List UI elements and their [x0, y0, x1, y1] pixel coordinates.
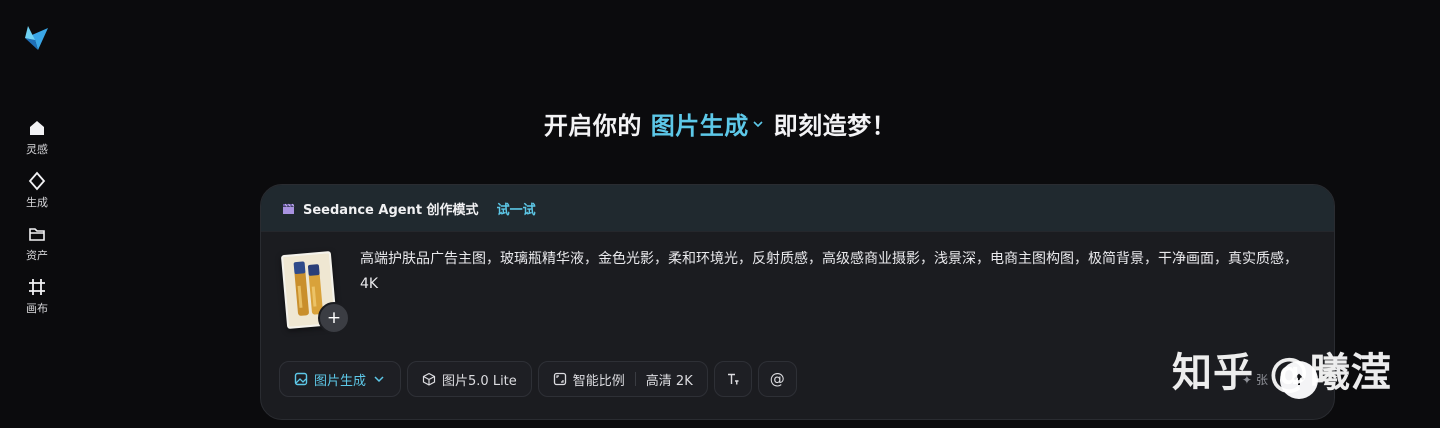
prompt-card: Seedance Agent 创作模式 试一试 + 高端护肤品广告主图，玻璃瓶精… — [260, 184, 1335, 420]
output-count[interactable]: ✦ 张 — [1242, 371, 1268, 388]
arrow-up-icon — [1293, 373, 1305, 385]
image-icon — [294, 372, 308, 386]
sidebar-item-label: 灵感 — [26, 143, 48, 156]
sidebar-item-label: 画布 — [26, 302, 48, 315]
sparkle-icon — [28, 171, 46, 191]
app-logo-icon[interactable] — [22, 24, 50, 52]
generation-type-dropdown[interactable]: 图片生成 — [279, 361, 402, 397]
plus-icon: + — [326, 308, 342, 328]
hero-prefix: 开启你的 — [543, 112, 642, 140]
try-agent-link[interactable]: 试一试 — [497, 199, 536, 218]
add-reference-button[interactable]: + — [318, 302, 350, 334]
generation-type-label: 图片生成 — [314, 373, 367, 389]
sidebar-item-label: 资产 — [26, 249, 48, 262]
mention-button[interactable]: @ — [757, 361, 797, 397]
ratio-label: 智能比例 — [572, 373, 625, 389]
clapperboard-icon — [283, 203, 295, 214]
chevron-down-icon — [374, 376, 384, 383]
ratio-quality-selector[interactable]: 智能比例 高清 2K — [537, 361, 708, 397]
text-format-icon — [727, 373, 739, 385]
hero-suffix: 即刻造梦！ — [773, 112, 897, 140]
sidebar-item-generate[interactable]: 生成 — [7, 171, 67, 210]
sidebar-item-label: 生成 — [26, 196, 48, 209]
agent-banner: Seedance Agent 创作模式 试一试 — [261, 185, 1334, 232]
model-label: 图片5.0 Lite — [442, 373, 517, 389]
send-button[interactable] — [1280, 361, 1318, 399]
count-unit: 张 — [1255, 373, 1268, 387]
prompt-toolbar: 图片生成 图片5.0 Lite 智能比例 高清 2K @ — [279, 361, 797, 397]
at-icon: @ — [769, 370, 785, 388]
model-selector[interactable]: 图片5.0 Lite — [407, 361, 532, 397]
cube-icon — [422, 372, 436, 386]
aspect-ratio-icon — [553, 372, 566, 386]
folder-icon — [29, 228, 45, 241]
quality-label: 高清 2K — [645, 373, 693, 389]
text-style-button[interactable] — [713, 361, 752, 397]
sidebar: 灵感 生成 资产 画布 — [0, 118, 74, 316]
canvas-icon — [29, 279, 45, 295]
sidebar-item-assets[interactable]: 资产 — [7, 224, 67, 263]
agent-mode-title: Seedance Agent 创作模式 — [303, 202, 479, 218]
mode-switcher[interactable]: 图片生成 — [651, 106, 765, 141]
divider — [634, 372, 636, 386]
sparkle-icon: ✦ — [1241, 372, 1252, 387]
page-title: 开启你的 图片生成 即刻造梦！ — [0, 106, 1440, 141]
chevron-down-icon — [753, 120, 763, 127]
prompt-input[interactable]: 高端护肤品广告主图，玻璃瓶精华液，金色光影，柔和环境光，反射质感，高级感商业摄影… — [360, 247, 1310, 297]
sidebar-item-canvas[interactable]: 画布 — [7, 277, 67, 316]
mode-switcher-label: 图片生成 — [650, 112, 749, 140]
